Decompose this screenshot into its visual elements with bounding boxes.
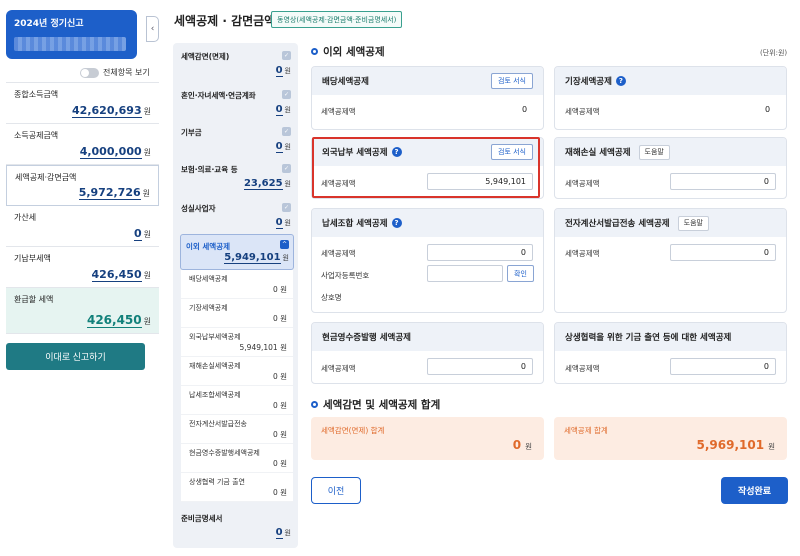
sub-item-disaster[interactable]: 재해손실세액공제 0 원: [181, 357, 293, 386]
summary-label: 환급할 세액: [14, 295, 54, 304]
nav-item-reduction[interactable]: 세액감면(면제) ✓ 0원: [181, 51, 291, 81]
collapse-caret-icon[interactable]: ^: [280, 240, 289, 249]
bookkeeping-credit-value: 0: [765, 105, 771, 114]
section-title-other-credits: 이외 세액공제: [311, 44, 385, 59]
help-button[interactable]: 도움말: [677, 215, 709, 231]
disaster-credit-input[interactable]: 0: [670, 173, 776, 190]
previous-button[interactable]: 이전: [311, 477, 361, 504]
sub-item-union[interactable]: 납세조합세액공제 0 원: [181, 386, 293, 415]
year-card: 2024년 정기신고: [6, 10, 137, 59]
info-icon[interactable]: ?: [615, 76, 626, 86]
review-form-button[interactable]: 검토 서식: [491, 144, 533, 160]
nav-item-insurance-medical-edu[interactable]: 보험·의료·교육 등 ✓ 23,625 원: [181, 164, 291, 194]
summary-label: 세액공제·감면금액: [15, 173, 77, 182]
sub-item-bookkeeping[interactable]: 기장세액공제 0 원: [181, 299, 293, 328]
nav-item-other-credits[interactable]: 이외 세액공제 ^ 5,949,101 원: [180, 234, 294, 270]
dividend-credit-value: 0: [522, 105, 528, 114]
other-credits-sublist: 배당세액공제 0 원 기장세액공제 0 원 외국납부세액공제 5,949,101 원 …: [181, 270, 293, 502]
complete-button[interactable]: 작성완료: [721, 477, 788, 504]
check-icon: ✓: [282, 51, 291, 60]
summary-label: 소득공제금액: [14, 131, 59, 140]
nav-item-donation[interactable]: 기부금 ✓ 0원: [181, 127, 291, 157]
summary-value: 426,450: [86, 313, 142, 328]
blurred-user-info: [14, 37, 126, 51]
check-icon: ✓: [282, 164, 291, 173]
show-all-toggle[interactable]: [80, 67, 99, 78]
sub-item-coop[interactable]: 상생협력 기금 출연 0 원: [181, 473, 293, 502]
summary-value: 0: [133, 227, 142, 241]
chevron-left-icon: ‹: [150, 24, 155, 34]
total-reduction-card: 세액감면(면제) 합계 0원: [311, 417, 544, 460]
unit-note: (단위:원): [760, 49, 788, 57]
summary-value: 5,972,726: [78, 186, 141, 200]
foreign-credit-input[interactable]: 5,949,101: [427, 173, 533, 190]
help-button[interactable]: 도움말: [638, 144, 670, 160]
summary-label: 가산세: [14, 213, 37, 222]
nav-item-marriage-child-pension[interactable]: 혼인·자녀세액·연금계좌 ✓ 0원: [181, 90, 291, 120]
summary-item-refund: 환급할 세액 426,450 원: [6, 288, 159, 334]
section-bullet-icon: [311, 401, 318, 408]
check-icon: ✓: [282, 90, 291, 99]
coop-credit-input[interactable]: 0: [670, 358, 776, 375]
nav-item-sincere-business[interactable]: 성실사업자 ✓ 0원: [181, 203, 291, 233]
card-bookkeeping-credit: 기장세액공제 ?: [554, 66, 787, 130]
file-return-button[interactable]: 이대로 신고하기: [6, 343, 145, 370]
summary-value: 42,620,693: [72, 104, 142, 118]
year-title: 2024년 정기신고: [14, 19, 84, 29]
summary-label: 종합소득금액: [14, 90, 59, 99]
summary-item-penalty[interactable]: 가산세 0원: [6, 206, 159, 247]
confirm-business-number-button[interactable]: 확인: [507, 265, 534, 282]
left-sidebar: 2024년 정기신고 ‹ 전체항목 보기 종합소득금액 42,620,693 원 …: [0, 0, 160, 556]
summary-item-prepaid[interactable]: 기납부세액 426,450 원: [6, 247, 159, 288]
einvoice-credit-input[interactable]: 0: [670, 244, 776, 261]
summary-value: 426,450: [91, 268, 142, 282]
check-icon: ✓: [282, 203, 291, 212]
section-title-totals: 세액감면 및 세액공제 합계: [311, 397, 440, 412]
page-title: 세액공제 · 감면금액: [174, 14, 276, 28]
info-icon[interactable]: ?: [391, 218, 402, 228]
cashreceipt-credit-input[interactable]: 0: [427, 358, 533, 375]
review-form-button[interactable]: 검토 서식: [491, 73, 533, 89]
section-bullet-icon: [311, 48, 318, 55]
summary-item-tax-credit[interactable]: 세액공제·감면금액 5,972,726 원: [6, 165, 159, 206]
card-dividend-credit: 배당세액공제 검토 서식: [311, 66, 544, 130]
total-credit-card: 세액공제 합계 5,969,101 원: [554, 417, 787, 460]
sub-item-cashreceipt[interactable]: 현금영수증발행세액공제 0 원: [181, 444, 293, 473]
summary-value: 4,000,000: [79, 145, 142, 159]
union-credit-input[interactable]: 0: [427, 244, 533, 261]
info-icon[interactable]: ?: [391, 147, 402, 157]
sub-item-einvoice[interactable]: 전자계산서발급전송 0 원: [181, 415, 293, 444]
show-all-toggle-row[interactable]: 전체항목 보기: [80, 67, 150, 78]
sub-item-dividend[interactable]: 배당세액공제 0 원: [181, 270, 293, 299]
check-icon: ✓: [282, 127, 291, 136]
summary-item-deduction[interactable]: 소득공제금액 4,000,000 원: [6, 124, 159, 165]
summary-list: 종합소득금액 42,620,693 원 소득공제금액 4,000,000 원 세액공…: [6, 82, 159, 334]
total-credit-value: 5,969,101: [696, 438, 765, 452]
show-all-label: 전체항목 보기: [103, 68, 150, 77]
collapse-sidebar-button[interactable]: ‹: [146, 16, 159, 42]
video-guide-button[interactable]: 동영상(세액공제·감면금액·준비금명세서): [271, 11, 403, 28]
sub-item-foreign[interactable]: 외국납부세액공제 5,949,101 원: [181, 328, 293, 357]
total-reduction-value: 0: [512, 438, 522, 452]
summary-label: 기납부세액: [14, 254, 51, 263]
nav-item-reserve-statement[interactable]: 준비금명세서 0원: [181, 513, 291, 543]
summary-item-income[interactable]: 종합소득금액 42,620,693 원: [6, 83, 159, 124]
business-number-input[interactable]: [427, 265, 503, 282]
